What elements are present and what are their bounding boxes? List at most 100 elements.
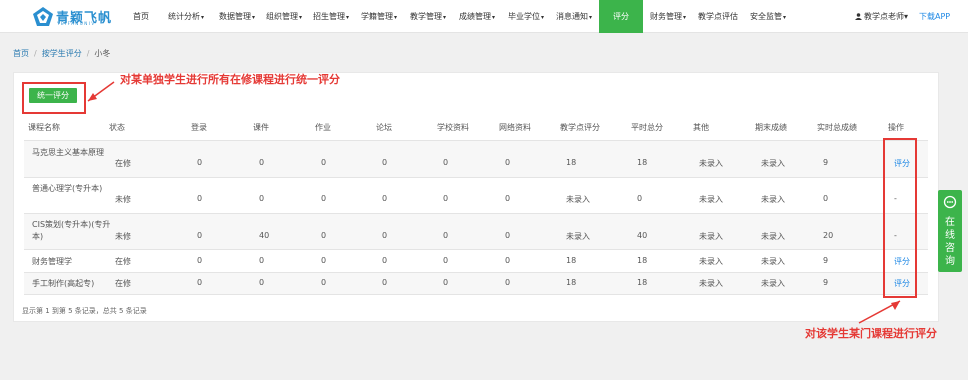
column-header: 期末成绩 <box>755 123 787 132</box>
cell-homework: 0 <box>321 256 327 265</box>
cell-usual-total: 0 <box>637 194 643 203</box>
cell-center-score: 18 <box>566 256 577 265</box>
cell-courseware: 0 <box>259 194 265 203</box>
cell-login: 0 <box>197 256 203 265</box>
course-name: CIS策划(专升本)(专升本) <box>32 220 111 241</box>
table-row: 财务管理学 在修 0 0 0 0 0 0 18 18 未录入 未录入 9 评分 <box>24 249 928 272</box>
user-icon <box>855 13 862 20</box>
cell-final: 未录入 <box>761 279 785 288</box>
cell-final: 未录入 <box>761 195 785 204</box>
column-header: 论坛 <box>376 123 392 132</box>
online-consult-tab[interactable]: 在线咨询 <box>938 190 962 272</box>
cell-other: 未录入 <box>699 257 723 266</box>
cell-status: 在修 <box>115 279 131 288</box>
logo[interactable]: 青颖飞帆 YEIFANUNIV <box>32 6 111 28</box>
nav-label: 首页 <box>133 12 149 21</box>
nav-item-data[interactable]: 数据管理▾ <box>219 0 255 33</box>
nav-label: 安全监管 <box>750 12 782 21</box>
column-header: 课件 <box>253 123 269 132</box>
logo-icon <box>33 7 53 26</box>
cell-status: 在修 <box>115 257 131 266</box>
breadcrumb-separator: / <box>34 49 37 58</box>
cell-realtime-total: 9 <box>823 158 829 167</box>
cell-homework: 0 <box>321 194 327 203</box>
cell-final: 未录入 <box>761 257 785 266</box>
caret-down-icon: ▾ <box>492 14 496 21</box>
nav-item-status[interactable]: 学籍管理▾ <box>361 0 397 33</box>
nav-item-graduation[interactable]: 毕业学位▾ <box>508 0 544 33</box>
course-name: 普通心理学(专升本) <box>32 184 103 193</box>
nav-label: 成绩管理 <box>459 12 491 21</box>
cell-school-material: 0 <box>443 278 449 287</box>
column-header: 教学点评分 <box>560 123 600 132</box>
breadcrumb: 首页 / 按学生评分 / 小冬 <box>13 48 110 59</box>
column-header: 操作 <box>888 123 904 132</box>
chat-icon <box>943 195 957 209</box>
cell-courseware: 0 <box>259 256 265 265</box>
user-name: 教学点老师 <box>864 12 904 21</box>
caret-down-icon: ▾ <box>541 14 545 21</box>
nav-label: 评分 <box>613 12 629 21</box>
breadcrumb-current: 小冬 <box>94 49 111 58</box>
course-name: 财务管理学 <box>32 257 72 266</box>
cell-other: 未录入 <box>699 159 723 168</box>
nav-label: 教学管理 <box>410 12 442 21</box>
cell-usual-total: 40 <box>637 231 648 240</box>
cell-school-material: 0 <box>443 256 449 265</box>
nav-item-security[interactable]: 安全监管▾ <box>750 0 786 33</box>
nav-item-stats[interactable]: 统计分析▾ <box>168 0 204 33</box>
cell-login: 0 <box>197 194 203 203</box>
cell-usual-total: 18 <box>637 278 648 287</box>
annotation-single-text: 对该学生某门课程进行评分 <box>805 327 937 340</box>
cell-net-material: 0 <box>505 278 511 287</box>
nav-item-home[interactable]: 首页 <box>133 0 149 33</box>
annotation-unified-text: 对某单独学生进行所有在修课程进行统一评分 <box>120 73 340 86</box>
caret-down-icon: ▾ <box>394 14 398 21</box>
annotation-box-unified <box>22 82 86 114</box>
course-score-panel: 统一评分 课程名称 状态 登录 课件 作业 论坛 学校资料 网络资料 教学点评分… <box>13 72 939 322</box>
download-app-link[interactable]: 下载APP <box>919 0 950 33</box>
cell-usual-total: 18 <box>637 158 648 167</box>
table-row: 普通心理学(专升本) 未修 0 0 0 0 0 0 未录入 0 未录入 未录入 … <box>24 177 928 213</box>
cell-realtime-total: 0 <box>823 194 829 203</box>
cell-center-score: 未录入 <box>566 195 590 204</box>
nav-item-teaching[interactable]: 教学管理▾ <box>410 0 446 33</box>
breadcrumb-home[interactable]: 首页 <box>13 49 29 58</box>
nav-item-messages[interactable]: 消息通知▾ <box>556 0 592 33</box>
cell-school-material: 0 <box>443 194 449 203</box>
nav-item-enroll[interactable]: 招生管理▾ <box>313 0 349 33</box>
user-menu[interactable]: 教学点老师▾ <box>855 0 908 33</box>
cell-other: 未录入 <box>699 195 723 204</box>
nav-item-grades[interactable]: 成绩管理▾ <box>459 0 495 33</box>
caret-down-icon: ▾ <box>683 14 687 21</box>
caret-down-icon: ▾ <box>589 14 593 21</box>
cell-courseware: 0 <box>259 158 265 167</box>
breadcrumb-parent[interactable]: 按学生评分 <box>42 49 82 58</box>
cell-net-material: 0 <box>505 256 511 265</box>
column-header: 课程名称 <box>28 123 60 132</box>
nav-item-scoring[interactable]: 评分 <box>599 0 643 33</box>
cell-realtime-total: 9 <box>823 256 829 265</box>
table-row: 马克思主义基本原理 在修 0 0 0 0 0 0 18 18 未录入 未录入 9… <box>24 140 928 177</box>
nav-item-finance[interactable]: 财务管理▾ <box>650 0 686 33</box>
nav-label: 消息通知 <box>556 12 588 21</box>
cell-school-material: 0 <box>443 231 449 240</box>
nav-label: 财务管理 <box>650 12 682 21</box>
nav-label: 毕业学位 <box>508 12 540 21</box>
caret-down-icon: ▾ <box>783 14 787 21</box>
pagination-summary: 显示第 1 到第 5 条记录，总共 5 条记录 <box>22 307 147 315</box>
column-header: 实时总成绩 <box>817 123 857 132</box>
nav-item-org[interactable]: 组织管理▾ <box>266 0 302 33</box>
cell-homework: 0 <box>321 231 327 240</box>
cell-net-material: 0 <box>505 231 511 240</box>
cell-login: 0 <box>197 158 203 167</box>
caret-down-icon: ▾ <box>904 12 909 21</box>
caret-down-icon: ▾ <box>201 14 205 21</box>
nav-item-evaluation[interactable]: 教学点评估 <box>698 0 738 33</box>
cell-net-material: 0 <box>505 194 511 203</box>
cell-center-score: 18 <box>566 158 577 167</box>
cell-forum: 0 <box>382 256 388 265</box>
column-header: 作业 <box>315 123 331 132</box>
cell-other: 未录入 <box>699 279 723 288</box>
table-row: 手工制作(高起专) 在修 0 0 0 0 0 0 18 18 未录入 未录入 9… <box>24 272 928 295</box>
